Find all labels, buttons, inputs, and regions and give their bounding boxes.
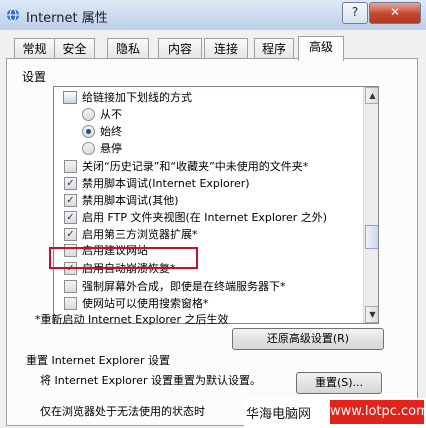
checkbox-checked[interactable]: ✓ bbox=[64, 228, 77, 241]
checkbox-label: 启用 FTP 文件夹视图(在 Internet Explorer 之外) bbox=[82, 211, 328, 224]
checkbox-label: 禁用脚本调试(Internet Explorer) bbox=[82, 177, 250, 190]
checkbox-checked[interactable]: ✓ bbox=[64, 194, 77, 207]
scroll-up-arrow-icon[interactable]: ▲ bbox=[365, 87, 378, 104]
close-button[interactable]: ✕ bbox=[369, 2, 421, 24]
watermark-url: www.lotpc.com bbox=[330, 400, 426, 424]
checkbox-label: 关闭“历史记录”和“收藏夹”中未使用的文件夹* bbox=[82, 160, 309, 173]
vertical-scrollbar[interactable]: ▲ ▼ bbox=[363, 87, 378, 323]
radio-always[interactable] bbox=[82, 125, 95, 138]
tab-content[interactable]: 内容 bbox=[158, 38, 202, 59]
radio-label: 悬停 bbox=[100, 142, 122, 155]
highlight-box bbox=[49, 247, 198, 269]
settings-tree[interactable]: 给链接加下划线的方式 从不 始终 悬停 关闭“历史记录”和“收藏夹”中未使用的文… bbox=[53, 86, 379, 324]
reset-button[interactable]: 重置(S)... bbox=[296, 372, 382, 394]
tab-advanced[interactable]: 高级 bbox=[298, 36, 344, 61]
settings-group-icon bbox=[63, 91, 77, 104]
checkbox-label: 禁用脚本调试(其他) bbox=[82, 194, 179, 207]
group-label: 给链接加下划线的方式 bbox=[82, 91, 192, 104]
checkbox[interactable] bbox=[64, 297, 77, 310]
settings-label: 设置 bbox=[22, 70, 47, 84]
checkbox-label: 启用第三方浏览器扩展* bbox=[82, 228, 198, 241]
checkbox-checked[interactable]: ✓ bbox=[64, 211, 77, 224]
reset-description: 将 Internet Explorer 设置重置为默认设置。 bbox=[40, 374, 261, 387]
tab-privacy[interactable]: 隐私 bbox=[107, 38, 149, 59]
scroll-down-arrow-icon[interactable]: ▼ bbox=[365, 306, 378, 323]
scroll-thumb[interactable] bbox=[365, 225, 378, 249]
radio-hover[interactable] bbox=[82, 142, 95, 155]
internet-explorer-icon bbox=[7, 8, 19, 22]
tab-general[interactable]: 常规 bbox=[14, 38, 55, 59]
tab-security[interactable]: 安全 bbox=[54, 38, 95, 59]
window-title: Internet 属性 bbox=[26, 11, 108, 26]
title-bar: Internet 属性 ? ✕ bbox=[0, 0, 426, 31]
watermark-text: 华海电脑网 bbox=[246, 407, 312, 422]
restore-advanced-button[interactable]: 还原高级设置(R) bbox=[232, 328, 384, 350]
tab-programs[interactable]: 程序 bbox=[254, 38, 294, 59]
checkbox[interactable] bbox=[64, 160, 77, 173]
help-button[interactable]: ? bbox=[342, 2, 368, 24]
checkbox-label: 使网站可以使用搜索窗格* bbox=[82, 297, 209, 310]
checkbox-checked[interactable]: ✓ bbox=[64, 177, 77, 190]
restart-note: *重新启动 Internet Explorer 之后生效 bbox=[35, 313, 229, 326]
checkbox-label: 强制屏幕外合成，即使是在终端服务器下* bbox=[82, 280, 286, 293]
reset-warning-text: 仅在浏览器处于无法使用的状态时 bbox=[40, 405, 205, 418]
radio-label: 从不 bbox=[100, 108, 122, 121]
watermark: 华海电脑网 www.lotpc.com bbox=[244, 398, 426, 428]
checkbox[interactable] bbox=[64, 280, 77, 293]
radio-label: 始终 bbox=[100, 125, 122, 138]
tab-connections[interactable]: 连接 bbox=[204, 38, 248, 59]
settings-list: 给链接加下划线的方式 从不 始终 悬停 关闭“历史记录”和“收藏夹”中未使用的文… bbox=[54, 87, 363, 323]
radio-never[interactable] bbox=[82, 108, 95, 121]
reset-section-title: 重置 Internet Explorer 设置 bbox=[26, 354, 170, 367]
